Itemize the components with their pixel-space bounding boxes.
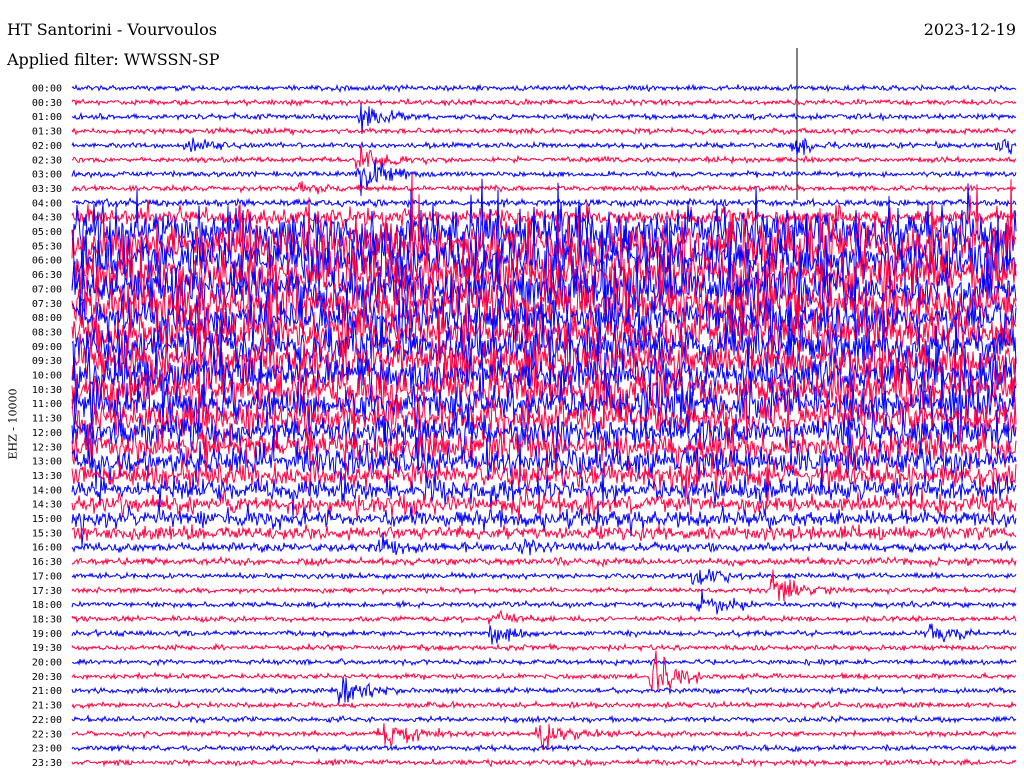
seismic-trace — [71, 181, 1017, 195]
time-tick-label: 07:00 — [32, 284, 62, 295]
time-tick-label: 09:30 — [32, 356, 62, 367]
time-tick-label: 01:30 — [32, 127, 62, 138]
time-tick-label: 03:00 — [32, 170, 62, 181]
time-tick-label: 14:00 — [32, 485, 62, 496]
time-tick-label: 22:30 — [32, 729, 62, 740]
seismic-trace — [71, 642, 1017, 653]
time-tick-label: 02:30 — [32, 155, 62, 166]
seismic-trace — [71, 699, 1017, 710]
time-tick-label: 02:00 — [32, 141, 62, 152]
time-tick-label: 11:30 — [32, 414, 62, 425]
time-tick-label: 01:00 — [32, 112, 62, 123]
time-tick-label: 17:30 — [32, 586, 62, 597]
seismic-trace — [71, 137, 1017, 156]
seismic-trace — [71, 197, 1017, 209]
seismic-trace — [71, 97, 1017, 108]
seismic-trace — [71, 126, 1017, 137]
time-tick-label: 12:30 — [32, 442, 62, 453]
seismic-trace — [71, 650, 1017, 692]
time-tick-label: 00:00 — [32, 84, 62, 95]
seismic-trace — [71, 743, 1017, 753]
seismic-trace — [71, 714, 1017, 725]
time-tick-label: 23:30 — [32, 758, 62, 769]
time-tick-label: 18:00 — [32, 600, 62, 611]
seismic-trace — [71, 757, 1017, 768]
time-tick-label: 12:00 — [32, 428, 62, 439]
seismic-trace — [71, 501, 1017, 547]
time-tick-label: 20:00 — [32, 658, 62, 669]
seismic-trace — [71, 656, 1017, 667]
time-tick-label: 05:30 — [32, 241, 62, 252]
seismic-trace — [71, 83, 1017, 94]
time-tick-label: 21:30 — [32, 701, 62, 712]
time-tick-label: 00:30 — [32, 98, 62, 109]
time-tick-label: 16:30 — [32, 557, 62, 568]
time-tick-label: 11:00 — [32, 399, 62, 410]
time-tick-label: 22:00 — [32, 715, 62, 726]
time-tick-label: 10:00 — [32, 371, 62, 382]
time-tick-label: 10:30 — [32, 385, 62, 396]
seismic-trace — [71, 568, 1017, 586]
time-tick-label: 05:00 — [32, 227, 62, 238]
time-tick-label: 07:30 — [32, 299, 62, 310]
time-tick-label: 18:30 — [32, 614, 62, 625]
time-tick-label: 23:00 — [32, 744, 62, 755]
time-tick-label: 19:00 — [32, 629, 62, 640]
time-tick-label: 06:30 — [32, 270, 62, 281]
seismic-trace — [71, 609, 1017, 625]
seismic-trace — [71, 677, 1017, 704]
time-tick-label: 13:00 — [32, 457, 62, 468]
time-tick-label: 06:00 — [32, 256, 62, 267]
seismic-trace — [71, 623, 1017, 645]
time-tick-label: 15:30 — [32, 528, 62, 539]
time-tick-label: 19:30 — [32, 643, 62, 654]
helicorder-plot: 00:00 00:30 01:00 01:30 02:00 02:30 03:00 03:30… — [32, 48, 1017, 769]
time-tick-label: 17:00 — [32, 571, 62, 582]
time-tick-label: 14:30 — [32, 500, 62, 511]
time-tick-label: 16:00 — [32, 543, 62, 554]
seismic-trace — [71, 555, 1017, 569]
time-tick-label: 08:00 — [32, 313, 62, 324]
time-tick-label: 13:30 — [32, 471, 62, 482]
time-tick-label: 03:30 — [32, 184, 62, 195]
time-tick-label: 04:30 — [32, 213, 62, 224]
time-tick-label: 15:00 — [32, 514, 62, 525]
time-tick-label: 20:30 — [32, 672, 62, 683]
time-tick-label: 21:00 — [32, 686, 62, 697]
time-tick-label: 04:00 — [32, 198, 62, 209]
time-tick-label: 08:30 — [32, 327, 62, 338]
time-tick-label: 09:00 — [32, 342, 62, 353]
seismic-trace — [71, 723, 1017, 750]
seismic-trace — [71, 589, 1017, 615]
